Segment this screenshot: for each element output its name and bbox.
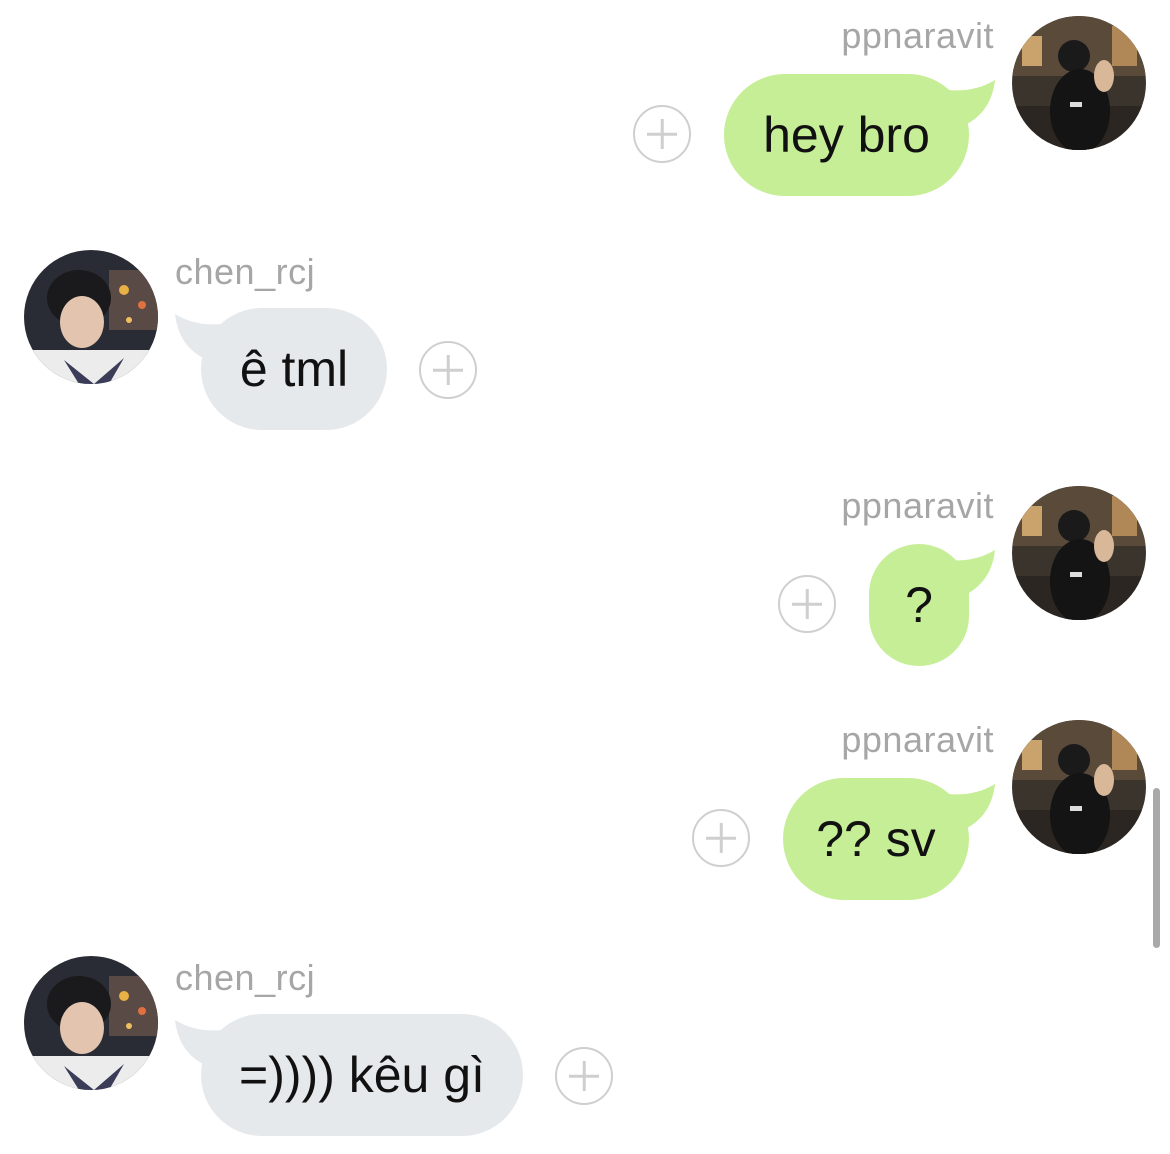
message-outgoing: ppnaravit ?	[0, 486, 1170, 666]
message-incoming: chen_rcj =)))) kêu gì	[0, 956, 1170, 1148]
scrollbar[interactable]	[1153, 788, 1160, 948]
message-bubble[interactable]: hey bro	[724, 74, 969, 196]
sender-name: ppnaravit	[841, 719, 994, 760]
bubble-tail	[935, 550, 995, 596]
plus-circle-icon[interactable]	[692, 809, 750, 867]
sender-name: ppnaravit	[841, 15, 994, 56]
sender-name: chen_rcj	[175, 957, 316, 998]
message-outgoing: ppnaravit hey bro	[0, 16, 1170, 196]
plus-circle-icon[interactable]	[555, 1047, 613, 1105]
bubble-tail	[175, 1020, 235, 1066]
avatar[interactable]	[1012, 16, 1146, 150]
message-incoming: chen_rcj ê tml	[0, 250, 1170, 432]
avatar[interactable]	[24, 956, 158, 1090]
avatar[interactable]	[1012, 720, 1146, 854]
avatar[interactable]	[24, 250, 158, 384]
message-text: ?? sv	[816, 811, 936, 867]
plus-circle-icon[interactable]	[778, 575, 836, 633]
message-text: hey bro	[763, 107, 930, 163]
message-bubble[interactable]: =)))) kêu gì	[201, 1014, 523, 1136]
bubble-tail	[935, 80, 995, 126]
plus-circle-icon[interactable]	[419, 341, 477, 399]
sender-name: chen_rcj	[175, 251, 316, 292]
chat-thread: ppnaravit hey bro chen_rcj ê tml ppnarav…	[0, 0, 1170, 1154]
sender-name: ppnaravit	[841, 485, 994, 526]
message-text: =)))) kêu gì	[239, 1047, 485, 1103]
avatar[interactable]	[1012, 486, 1146, 620]
message-text: ?	[905, 577, 933, 633]
bubble-tail	[175, 314, 235, 360]
message-text: ê tml	[239, 341, 349, 397]
plus-circle-icon[interactable]	[633, 105, 691, 163]
message-outgoing: ppnaravit ?? sv	[0, 720, 1170, 900]
bubble-tail	[935, 784, 995, 830]
